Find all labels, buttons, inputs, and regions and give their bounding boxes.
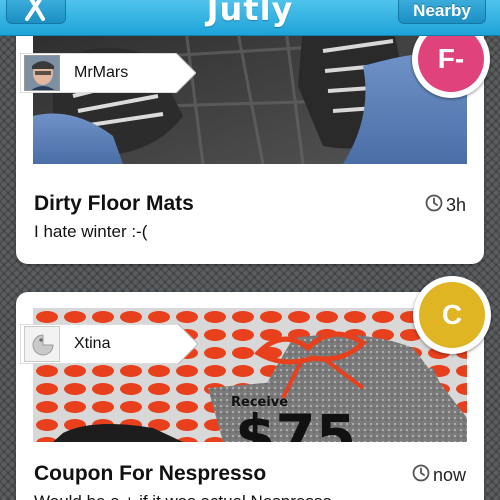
- post-description: Would be a + if it was actual Nespresso: [34, 492, 332, 500]
- clock-icon: [425, 194, 443, 217]
- time-label: now: [432, 465, 466, 485]
- user-tag[interactable]: MrMars: [20, 53, 196, 93]
- username[interactable]: Xtina: [74, 335, 110, 353]
- photo-text-amount: $75: [235, 402, 356, 442]
- post-time: now: [412, 464, 466, 487]
- clock-icon: [412, 464, 430, 487]
- grade-badge-inner: C: [419, 282, 485, 348]
- default-avatar-icon: [25, 327, 59, 361]
- avatar[interactable]: [24, 55, 60, 91]
- grade-label: F-: [437, 43, 465, 74]
- grade-label: C: [441, 299, 463, 330]
- post-title[interactable]: Dirty Floor Mats: [34, 192, 194, 216]
- username[interactable]: MrMars: [74, 64, 128, 82]
- user-tag[interactable]: Xtina: [20, 324, 198, 364]
- nearby-button[interactable]: Nearby: [398, 0, 486, 24]
- post-description: I hate winter :-(: [34, 222, 148, 241]
- post-card[interactable]: Dirty Floor Mats I hate winter :-( 3h: [16, 0, 484, 264]
- navigation-bar: Jutly Nearby: [0, 0, 500, 36]
- time-label: 3h: [445, 195, 466, 215]
- grade-badge: C: [413, 276, 491, 354]
- post-title[interactable]: Coupon For Nespresso: [34, 462, 266, 486]
- post-time: 3h: [425, 194, 466, 217]
- avatar[interactable]: [24, 326, 60, 362]
